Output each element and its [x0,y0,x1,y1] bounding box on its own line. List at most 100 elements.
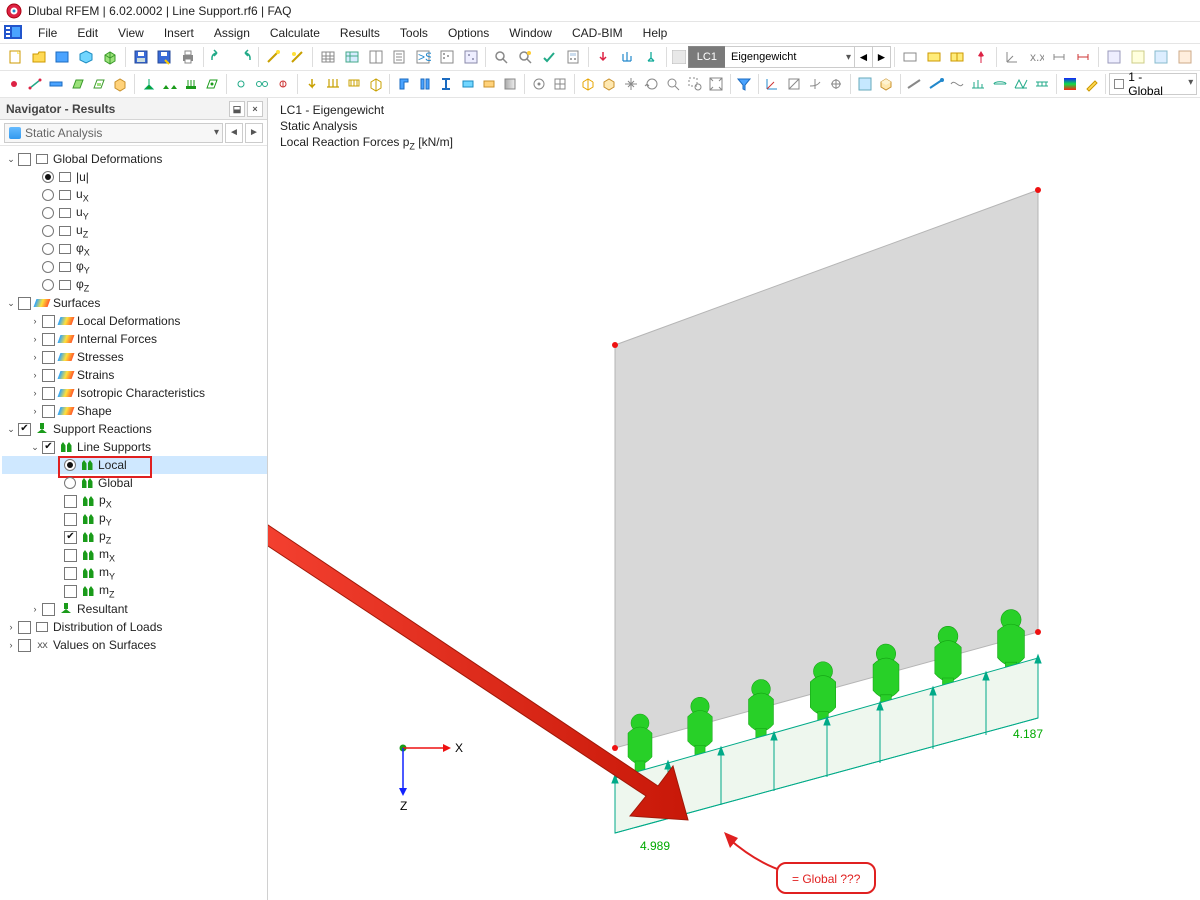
filter-icon[interactable] [734,72,755,96]
load1-icon[interactable] [301,72,322,96]
fit-icon[interactable] [705,72,726,96]
isometric-icon[interactable] [577,72,598,96]
radio[interactable] [42,279,54,291]
expand-icon[interactable]: › [28,602,42,616]
expand-icon[interactable]: › [4,620,18,634]
tree-global-def[interactable]: ⌄ Global Deformations [2,150,267,168]
beam4-icon[interactable] [968,72,989,96]
expand-icon[interactable]: ⌄ [4,152,18,166]
solid-icon[interactable] [110,72,131,96]
beam3-icon[interactable] [946,72,967,96]
tree-dist-loads[interactable]: › Distribution of Loads [2,618,267,636]
panes-icon[interactable] [364,45,388,69]
zoom-window-icon[interactable] [684,72,705,96]
sheet-icon[interactable] [387,45,411,69]
tree-global[interactable]: Global [2,474,267,492]
viewport[interactable]: LC1 - Eigengewicht Static Analysis Local… [268,98,1200,900]
snap-icon[interactable] [528,72,549,96]
checkbox[interactable] [64,531,77,544]
menu-window[interactable]: Window [499,23,562,43]
checkbox[interactable] [42,405,55,418]
hinge2-icon[interactable] [251,72,272,96]
radio[interactable] [42,243,54,255]
checkbox[interactable] [42,369,55,382]
tree-mx[interactable]: mX [2,546,267,564]
section2-icon[interactable] [414,72,435,96]
view2-icon[interactable] [1126,45,1150,69]
tree-uz[interactable]: uZ [2,222,267,240]
load2-icon[interactable] [322,72,343,96]
radio[interactable] [42,207,54,219]
checkbox[interactable] [18,639,31,652]
navigator-close-icon[interactable]: × [247,101,263,117]
view-cube-icon[interactable] [599,72,620,96]
model-icon[interactable] [74,45,98,69]
grid-icon[interactable] [549,72,570,96]
menu-edit[interactable]: Edit [67,23,108,43]
tree-support-reactions[interactable]: ⌄ Support Reactions [2,420,267,438]
expand-icon[interactable]: › [28,314,42,328]
tree-surf-internal[interactable]: › Internal Forces [2,330,267,348]
navigator-next-icon[interactable]: ► [245,123,263,143]
tree-surf-localdef[interactable]: › Local Deformations [2,312,267,330]
cs4-icon[interactable] [826,72,847,96]
block-icon[interactable] [51,45,75,69]
checkbox[interactable] [18,423,31,436]
view-combo[interactable]: 1 - Global [1109,73,1197,95]
line-icon[interactable] [24,72,45,96]
node-icon[interactable] [3,72,24,96]
tree-values-surfaces[interactable]: › xx Values on Surfaces [2,636,267,654]
save-icon[interactable] [129,45,153,69]
surface-icon[interactable] [67,72,88,96]
support2-icon[interactable] [159,72,180,96]
checkbox[interactable] [18,153,31,166]
menu-assign[interactable]: Assign [204,23,260,43]
beam5-icon[interactable] [989,72,1010,96]
menu-insert[interactable]: Insert [154,23,204,43]
wizard2-icon[interactable] [285,45,309,69]
tree2-icon[interactable] [459,45,483,69]
sc-icon[interactable]: >SC [411,45,435,69]
render3-icon[interactable] [946,45,970,69]
view1-icon[interactable] [1102,45,1126,69]
tree-local[interactable]: Local [2,456,267,474]
expand-icon[interactable]: › [4,638,18,652]
render1-icon[interactable] [898,45,922,69]
cube-icon[interactable] [98,45,122,69]
tree-surf-shape[interactable]: › Shape [2,402,267,420]
beam1-icon[interactable] [904,72,925,96]
render2-icon[interactable] [922,45,946,69]
menu-calc[interactable]: Calculate [260,23,330,43]
saveas-icon[interactable] [153,45,177,69]
tree-resultant[interactable]: › Resultant [2,600,267,618]
thickness-icon[interactable] [457,72,478,96]
support4-icon[interactable] [202,72,223,96]
checkbox[interactable] [42,603,55,616]
tree-px[interactable]: pX [2,492,267,510]
radio[interactable] [42,225,54,237]
view4-icon[interactable] [1173,45,1197,69]
tree-py[interactable]: pY [2,510,267,528]
support3-icon[interactable] [181,72,202,96]
tree-phiy[interactable]: φY [2,258,267,276]
radio[interactable] [42,261,54,273]
checkbox[interactable] [64,585,77,598]
expand-icon[interactable]: ⌄ [4,422,18,436]
checkbox[interactable] [42,333,55,346]
axes-icon[interactable] [1000,45,1024,69]
support-icon[interactable] [639,45,663,69]
table-icon[interactable] [316,45,340,69]
checkbox[interactable] [42,351,55,364]
dim2-icon[interactable] [1071,45,1095,69]
pan-icon[interactable] [620,72,641,96]
beam6-icon[interactable] [1010,72,1031,96]
view3-icon[interactable] [1150,45,1174,69]
section3-icon[interactable] [436,72,457,96]
expand-icon[interactable]: › [28,350,42,364]
tree-surf-isotropic[interactable]: › Isotropic Characteristics [2,384,267,402]
check-icon[interactable] [537,45,561,69]
thickness2-icon[interactable] [478,72,499,96]
open-icon[interactable] [27,45,51,69]
rotate-icon[interactable] [641,72,662,96]
checkbox[interactable] [64,549,77,562]
